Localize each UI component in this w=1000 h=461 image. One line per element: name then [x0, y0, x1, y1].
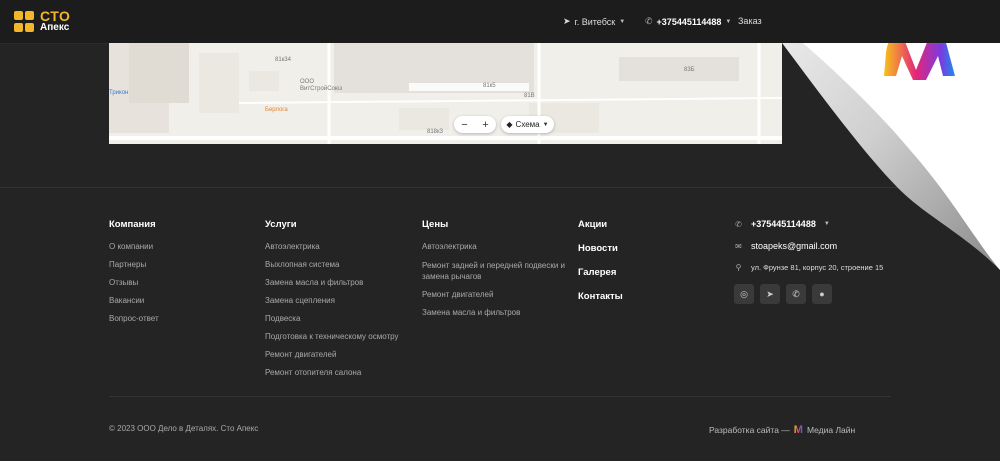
footer-link[interactable]: Подвеска	[265, 314, 399, 324]
phone-icon: ✆	[735, 219, 742, 229]
map-canvas	[109, 43, 782, 144]
map[interactable]: 81к34 81к5 81В 818к3 83Б ООО ВитСтройСою…	[109, 43, 782, 144]
email-icon: ✉	[735, 241, 742, 251]
footer-section-link[interactable]: Новости	[578, 243, 623, 254]
header-phone[interactable]: ✆ +375445114488 ▼	[645, 16, 731, 27]
map-label: 83Б	[684, 67, 695, 73]
map-label: Трикон	[109, 90, 129, 96]
footer-company: Компания О компании Партнеры Отзывы Вака…	[109, 219, 159, 332]
footer-link[interactable]: Партнеры	[109, 260, 159, 270]
footer-section-link[interactable]: Галерея	[578, 267, 623, 278]
footer-link[interactable]: Ремонт двигателей	[265, 350, 399, 360]
footer-services-title: Услуги	[265, 219, 297, 230]
location-icon: ⚲	[735, 263, 742, 272]
logo[interactable]: СТО Апекс	[14, 7, 84, 37]
header-phone-number: +375445114488	[656, 16, 722, 27]
footer-link[interactable]: Замена масла и фильтров	[422, 308, 572, 318]
logo-title: СТО	[40, 8, 71, 24]
instagram-icon[interactable]: ◎	[734, 284, 754, 304]
copyright: © 2023 ООО Дело в Деталях. Сто Апекс	[109, 424, 259, 433]
footer-prices: Цены Автоэлектрика Ремонт задней и перед…	[422, 219, 572, 326]
chevron-down-icon: ▼	[542, 121, 549, 128]
footer-sections: Акции Новости Галерея Контакты	[578, 219, 623, 315]
developer-credit[interactable]: Разработка сайта — M Медиа Лайн	[709, 424, 855, 436]
whatsapp-icon[interactable]: ●	[812, 284, 832, 304]
footer-link[interactable]: Замена сцепления	[265, 296, 399, 306]
logo-icon	[14, 9, 36, 35]
zoom-in-button[interactable]: +	[482, 119, 488, 131]
layers-icon: ◆	[506, 120, 513, 129]
zoom-out-button[interactable]: −	[461, 119, 467, 131]
media-line-logo-icon: M	[793, 424, 803, 436]
footer-link[interactable]: Вопрос-ответ	[109, 314, 159, 324]
footer-link[interactable]: Отзывы	[109, 278, 159, 288]
footer-services: Услуги Автоэлектрика Выхлопная система З…	[265, 219, 399, 386]
viber-icon[interactable]: ✆	[786, 284, 806, 304]
chevron-down-icon: ▼	[619, 18, 626, 25]
map-label: ВитСтройСоюз	[300, 86, 343, 92]
footer-link[interactable]: Автоэлектрика	[422, 242, 572, 252]
developer-prefix: Разработка сайта —	[709, 425, 790, 435]
map-layer-button[interactable]: ◆ Схема ▼	[501, 116, 554, 133]
footer-link[interactable]: Вакансии	[109, 296, 159, 306]
footer-section-link[interactable]: Акции	[578, 219, 623, 230]
map-label: 81В	[524, 93, 535, 99]
phone-icon: ✆	[645, 16, 653, 26]
map-layer-label: Схема	[515, 120, 540, 129]
footer-link[interactable]: Замена масла и фильтров	[265, 278, 399, 288]
footer-link[interactable]: Ремонт двигателей	[422, 290, 572, 300]
city-selector[interactable]: ➤ г. Витебск ▼	[563, 16, 625, 27]
site-header: СТО Апекс ➤ г. Витебск ▼ ✆ +375445114488…	[0, 0, 1000, 43]
location-icon: ➤	[563, 16, 571, 26]
map-label: 818к3	[427, 129, 443, 135]
footer-link[interactable]: Ремонт отопителя салона	[265, 368, 399, 378]
social-links: ◎ ➤ ✆ ●	[734, 284, 883, 304]
page: СТО Апекс ➤ г. Витебск ▼ ✆ +375445114488…	[0, 0, 1000, 461]
footer-link[interactable]: О компании	[109, 242, 159, 252]
footer-prices-title: Цены	[422, 219, 449, 230]
footer-link[interactable]: Подготовка к техническому осмотру	[265, 332, 399, 342]
footer-link[interactable]: Автоэлектрика	[265, 242, 399, 252]
telegram-icon[interactable]: ➤	[760, 284, 780, 304]
footer-link[interactable]: Выхлопная система	[265, 260, 399, 270]
developer-name: Медиа Лайн	[806, 425, 856, 435]
order-link[interactable]: Заказ	[738, 16, 762, 26]
divider	[109, 396, 891, 397]
map-zoom-control: − +	[454, 116, 496, 133]
map-label: ООО	[300, 79, 315, 85]
chevron-down-icon: ▼	[725, 18, 732, 25]
footer-company-title: Компания	[109, 219, 156, 230]
logo-subtitle: Апекс	[40, 22, 70, 33]
footer-link[interactable]: Ремонт задней и передней подвески и заме…	[422, 260, 572, 282]
city-label: г. Витебск	[574, 16, 616, 27]
map-label: 81к5	[483, 83, 496, 89]
footer-section-link[interactable]: Контакты	[578, 291, 623, 302]
map-label: 81к34	[275, 57, 291, 63]
map-label: Берлога	[265, 107, 288, 113]
